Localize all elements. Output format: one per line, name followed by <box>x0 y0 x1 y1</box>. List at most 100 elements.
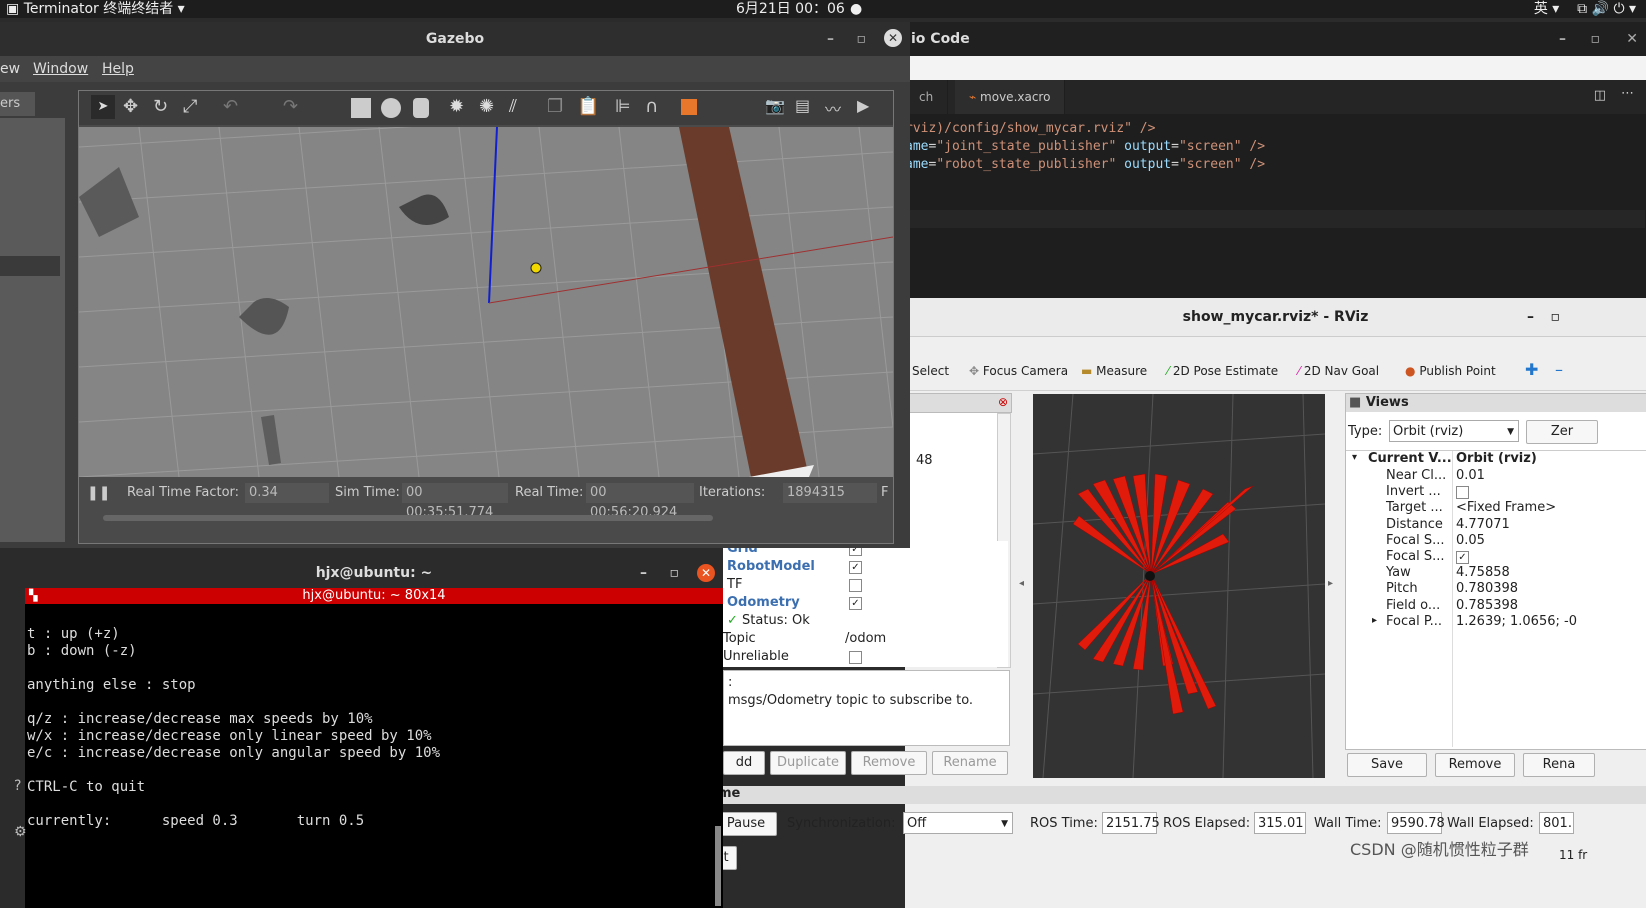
view-properties-tree[interactable]: ▾ Current V... Orbit (rviz) Near Cl... 0.… <box>1346 450 1646 747</box>
minimize-icon[interactable]: – <box>640 558 647 588</box>
rename-button[interactable]: Rename <box>932 751 1008 775</box>
display-checkbox[interactable]: ✓ <box>849 561 862 574</box>
side-panel-row[interactable] <box>0 256 60 276</box>
view-property-row[interactable]: Focal S... ✓ <box>1346 549 1646 565</box>
property-value[interactable] <box>1456 486 1469 500</box>
gazebo-3d-scene[interactable] <box>79 127 893 477</box>
box-shape-icon[interactable] <box>351 98 371 118</box>
property-row-unreliable[interactable]: Unreliable <box>723 649 1008 667</box>
view-property-row[interactable]: Yaw 4.75858 <box>1346 565 1646 581</box>
displays-list[interactable]: Grid ✓ RobotModel ✓ TF Odometry ✓ ✓ Stat… <box>723 541 1008 667</box>
video-record-icon[interactable]: ▶ <box>857 96 869 115</box>
rename-view-button[interactable]: Rena <box>1523 753 1595 777</box>
property-value[interactable]: 0.780398 <box>1456 581 1518 596</box>
collapse-right-icon[interactable]: ▸ <box>1328 578 1333 589</box>
view-property-row[interactable]: Pitch 0.780398 <box>1346 581 1646 597</box>
duplicate-button[interactable]: Duplicate <box>770 751 846 775</box>
property-value[interactable]: 0.01 <box>1456 468 1485 483</box>
maximize-icon[interactable]: ▫ <box>1551 298 1561 336</box>
minimize-icon[interactable]: – <box>1559 22 1566 56</box>
view-property-row[interactable]: Distance 4.77071 <box>1346 517 1646 533</box>
remove-view-button[interactable]: Remove <box>1435 753 1515 777</box>
more-actions-icon[interactable]: ⋯ <box>1621 86 1634 101</box>
view-type-select[interactable]: Orbit (rviz) ▼ <box>1389 420 1519 442</box>
tool-select[interactable]: Select <box>912 364 949 378</box>
view-property-row[interactable]: Invert ... <box>1346 484 1646 500</box>
screenshot-icon[interactable]: 📷 <box>765 96 785 115</box>
remove-button[interactable]: Remove <box>851 751 927 775</box>
collapse-left-icon[interactable]: ◂ <box>1019 578 1024 589</box>
tab-move-xacro[interactable]: ⌁ move.xacro <box>955 80 1066 114</box>
close-panel-icon[interactable]: ⊗ <box>998 395 1008 409</box>
cylinder-shape-icon[interactable] <box>413 98 429 118</box>
property-value[interactable]: 4.77071 <box>1456 517 1510 532</box>
view-property-row[interactable]: ▸ Focal P... 1.2639; 1.0656; -0 <box>1346 614 1646 630</box>
menu-help[interactable]: Help <box>102 56 134 82</box>
property-value[interactable]: 4.75858 <box>1456 565 1510 580</box>
redo-icon[interactable]: ↷ <box>283 96 298 117</box>
view-property-row[interactable]: Field o... 0.785398 <box>1346 598 1646 614</box>
maximize-icon[interactable]: ▫ <box>1591 22 1601 56</box>
property-value[interactable]: 0.785398 <box>1456 598 1518 613</box>
add-tool-icon[interactable]: ✚ <box>1525 360 1538 379</box>
terminal-scrollbar[interactable] <box>715 826 721 906</box>
tab-launch[interactable]: ch <box>905 80 949 114</box>
save-view-button[interactable]: Save <box>1347 753 1427 777</box>
close-icon[interactable]: ✕ <box>884 29 902 47</box>
tool-focus-camera[interactable]: ✥ Focus Camera <box>969 364 1068 378</box>
undo-icon[interactable]: ↶ <box>223 96 238 117</box>
sync-select[interactable]: Off ▼ <box>903 812 1013 834</box>
view-property-row[interactable]: Target ... <Fixed Frame> <box>1346 500 1646 516</box>
pause-icon[interactable]: ❚❚ <box>87 485 110 501</box>
display-row-robotmodel[interactable]: RobotModel ✓ <box>727 559 1007 577</box>
menu-window[interactable]: Window <box>33 56 88 82</box>
property-value[interactable]: ✓ <box>1456 551 1469 564</box>
expand-arrow-icon[interactable]: ▸ <box>1372 615 1377 626</box>
active-app-menu[interactable]: ▣ Terminator 终端终结者 ▾ <box>6 0 185 18</box>
plot-icon[interactable]: 〰 <box>825 96 841 120</box>
close-icon[interactable]: ✕ <box>697 564 715 582</box>
terminator-grid-icon[interactable]: ▚ <box>29 588 37 604</box>
split-editor-icon[interactable]: ◫ <box>1594 88 1606 103</box>
menu-view[interactable]: ew <box>0 56 20 82</box>
maximize-icon[interactable]: ▫ <box>857 22 867 56</box>
scale-icon[interactable]: ⤢ <box>183 96 197 117</box>
paste-icon[interactable]: 📋 <box>577 96 599 117</box>
expand-arrow-icon[interactable]: ▾ <box>1352 452 1357 463</box>
view-angle-icon[interactable] <box>681 99 697 115</box>
dock-settings-icon[interactable]: ⚙ <box>14 824 27 840</box>
remove-tool-icon[interactable]: – <box>1555 360 1563 379</box>
system-tray[interactable]: 英 ▾ ⧉ 🔊 ⏻ ▾ <box>1534 0 1636 18</box>
tool-measure[interactable]: ▬ Measure <box>1081 364 1147 378</box>
snap-icon[interactable]: ∩ <box>645 96 658 117</box>
property-value[interactable]: 1.2639; 1.0656; -0 <box>1456 614 1577 629</box>
maximize-icon[interactable]: ▫ <box>670 558 680 588</box>
property-value[interactable]: 0.05 <box>1456 533 1485 548</box>
minimize-icon[interactable]: – <box>1527 298 1534 336</box>
horizontal-scrollbar[interactable] <box>103 515 713 521</box>
spot-light-icon[interactable]: ✺ <box>479 96 494 117</box>
display-checkbox[interactable] <box>849 579 862 592</box>
close-icon[interactable]: ✕ <box>1626 22 1638 56</box>
display-row-odometry[interactable]: Odometry ✓ <box>727 595 1007 613</box>
view-property-row[interactable]: Focal S... 0.05 <box>1346 533 1646 549</box>
point-light-icon[interactable]: ✹ <box>449 96 464 117</box>
translate-icon[interactable]: ✥ <box>123 96 138 117</box>
display-row-tf[interactable]: TF <box>727 577 1007 595</box>
dock-help-icon[interactable]: ? <box>14 778 21 794</box>
property-value[interactable]: <Fixed Frame> <box>1456 500 1556 515</box>
pause-button[interactable]: Pause <box>715 812 777 836</box>
directional-light-icon[interactable]: ⫽ <box>509 96 517 117</box>
copy-icon[interactable]: ❐ <box>547 96 563 117</box>
log-icon[interactable]: ▤ <box>795 96 810 115</box>
property-value[interactable]: /odom <box>845 631 886 646</box>
tool-2d-pose-estimate[interactable]: ⁄ 2D Pose Estimate <box>1167 364 1278 378</box>
display-checkbox[interactable]: ✓ <box>849 597 862 610</box>
input-method[interactable]: 英 <box>1534 1 1548 17</box>
add-button[interactable]: dd <box>723 751 765 775</box>
sphere-shape-icon[interactable] <box>381 98 401 118</box>
zero-button[interactable]: Zer <box>1526 420 1598 444</box>
clock[interactable]: 6月21日 00：06 <box>736 0 845 18</box>
rotate-icon[interactable]: ↻ <box>153 96 168 117</box>
rviz-3d-view[interactable] <box>1032 393 1326 779</box>
